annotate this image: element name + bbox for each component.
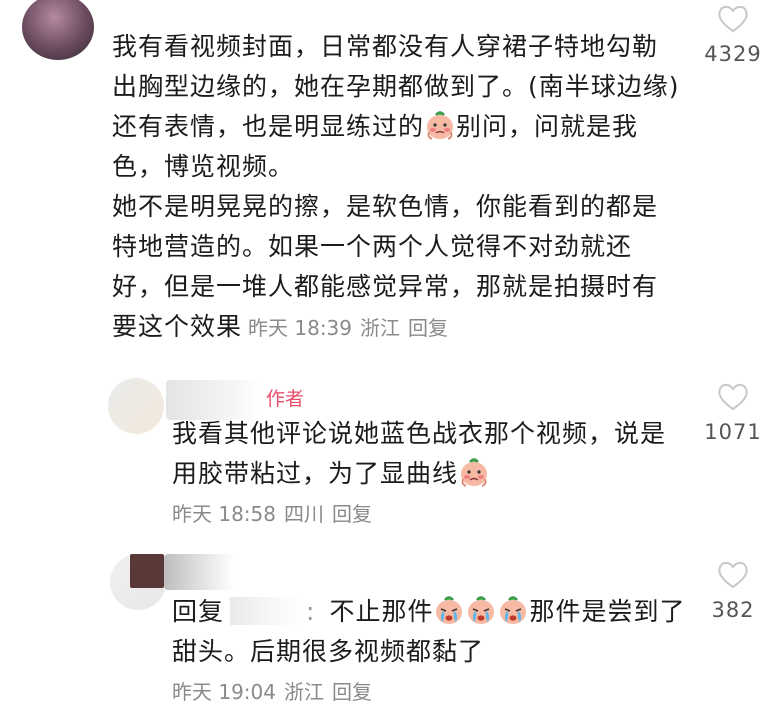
- comment-body: 我看其他评论说她蓝色战衣那个视频，说是 用胶带粘过，为了显曲线 昨天 18:58…: [172, 414, 692, 534]
- embarrassed-face-emoji-icon: [459, 458, 489, 487]
- like-count: 1071: [704, 420, 762, 444]
- comment-line: 出胸型边缘的，她在孕期都做到了。(南半球边缘): [112, 72, 680, 101]
- comment-line: 那件是尝到了: [529, 597, 686, 626]
- comment-line: 别问，问就是我: [456, 112, 639, 141]
- username-redacted: [164, 554, 234, 590]
- mention-redacted[interactable]: [230, 597, 301, 625]
- reply-button[interactable]: 回复: [332, 502, 372, 526]
- username-redacted: [130, 554, 164, 588]
- comment-item: 回复: 不止那件 那件是尝到了 甜头。后期很多视频都黏了 昨天 19:04 浙江 回复 …: [0, 540, 780, 704]
- comment-item: 我有看视频封面，日常都没有人穿裙子特地勾勒 出胸型边缘的，她在孕期都做到了。(南…: [0, 0, 780, 360]
- comment-meta: 昨天 18:39 浙江 回复: [248, 316, 456, 340]
- comment-location: 浙江: [360, 316, 401, 340]
- comment-line: 用胶带粘过，为了显曲线: [172, 459, 459, 488]
- avatar[interactable]: [108, 378, 164, 434]
- heart-outline-icon: [718, 561, 748, 589]
- comment-line: 还有表情，也是明显练过的: [112, 112, 425, 141]
- comment-item: 作者 我看其他评论说她蓝色战衣那个视频，说是 用胶带粘过，为了显曲线 昨天 18…: [0, 360, 780, 540]
- heart-outline-icon: [718, 5, 748, 33]
- reply-button[interactable]: 回复: [408, 316, 448, 340]
- reply-button[interactable]: 回复: [332, 680, 372, 704]
- reply-prefix: 回复: [172, 597, 225, 626]
- comment-body: 我有看视频封面，日常都没有人穿裙子特地勾勒 出胸型边缘的，她在孕期都做到了。(南…: [112, 27, 702, 348]
- comment-time: 昨天 18:39: [248, 316, 353, 340]
- like-count: 4329: [704, 42, 762, 66]
- comment-line: 要这个效果: [112, 312, 243, 341]
- comment-line: 我看其他评论说她蓝色战衣那个视频，说是: [172, 419, 667, 448]
- colon: :: [306, 597, 316, 626]
- comment-time: 昨天 18:58: [172, 502, 276, 526]
- like-button[interactable]: 4329: [698, 4, 768, 66]
- comment-line: 甜头。后期很多视频都黏了: [172, 637, 485, 666]
- comment-line: 不止那件: [329, 597, 434, 626]
- comment-body: 回复: 不止那件 那件是尝到了 甜头。后期很多视频都黏了 昨天 19:04 浙江 回复: [172, 592, 702, 712]
- comment-line: 色，博览视频。: [112, 152, 295, 181]
- comment-line: 我有看视频封面，日常都没有人穿裙子特地勾勒: [112, 32, 659, 61]
- embarrassed-face-emoji-icon: [425, 111, 455, 140]
- comment-meta: 昨天 19:04 浙江 回复: [172, 672, 702, 712]
- like-button[interactable]: 1071: [698, 382, 768, 444]
- crying-face-emoji-icon: [467, 596, 496, 625]
- comment-time: 昨天 19:04: [172, 680, 276, 704]
- comment-line: 特地营造的。如果一个两个人觉得不对劲就还: [112, 232, 633, 261]
- heart-outline-icon: [718, 383, 748, 411]
- comment-line: 好，但是一堆人都能感觉异常，那就是拍摄时有: [112, 272, 659, 301]
- crying-face-emoji-icon: [435, 596, 464, 625]
- author-badge: 作者: [266, 388, 305, 410]
- crying-face-emoji-icon: [499, 596, 528, 625]
- like-button[interactable]: 382: [698, 560, 768, 622]
- comment-line: 她不是明晃晃的擦，是软色情，你能看到的都是: [112, 192, 659, 221]
- comment-location: 四川: [284, 502, 324, 526]
- comment-location: 浙江: [284, 680, 324, 704]
- comment-meta: 昨天 18:58 四川 回复: [172, 494, 692, 534]
- like-count: 382: [711, 598, 755, 622]
- avatar[interactable]: [22, 0, 94, 60]
